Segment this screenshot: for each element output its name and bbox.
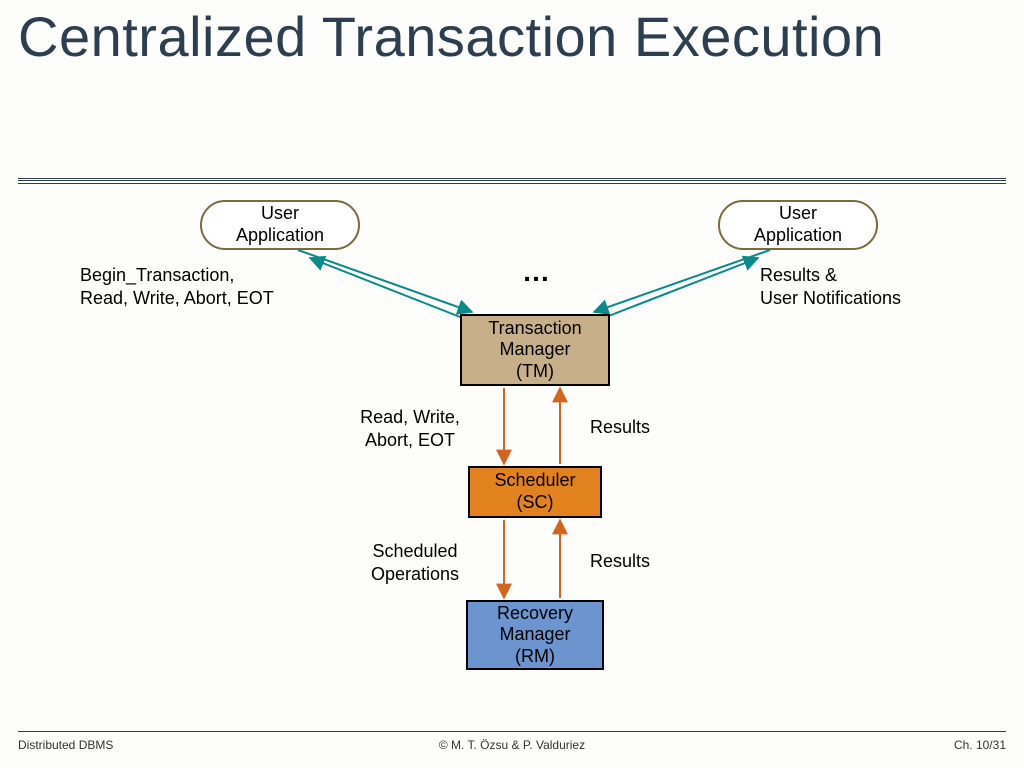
slide-title: Centralized Transaction Execution — [0, 0, 1024, 67]
node-user-app-left: User Application — [200, 200, 360, 250]
label-read-write: Read, Write, Abort, EOT — [330, 406, 490, 451]
label-begin-transaction: Begin_Transaction, Read, Write, Abort, E… — [80, 264, 320, 309]
label-scheduled-ops: Scheduled Operations — [340, 540, 490, 585]
node-transaction-manager: Transaction Manager (TM) — [460, 314, 610, 386]
node-recovery-manager: Recovery Manager (RM) — [466, 600, 604, 670]
label-results-2: Results — [590, 550, 710, 573]
node-scheduler: Scheduler (SC) — [468, 466, 602, 518]
node-user-app-right: User Application — [718, 200, 878, 250]
footer-center: © M. T. Özsu & P. Valduriez — [0, 738, 1024, 752]
label-results-notifications: Results & User Notifications — [760, 264, 980, 309]
ellipsis-label: … — [522, 256, 550, 288]
footer-right: Ch. 10/31 — [954, 738, 1006, 752]
footer: Distributed DBMS © M. T. Özsu & P. Valdu… — [0, 738, 1024, 758]
diagram-area: User Application User Application … Begi… — [0, 184, 1024, 724]
footer-rule — [18, 731, 1006, 732]
slide-root: Centralized Transaction Execution — [0, 0, 1024, 768]
label-results-1: Results — [590, 416, 710, 439]
